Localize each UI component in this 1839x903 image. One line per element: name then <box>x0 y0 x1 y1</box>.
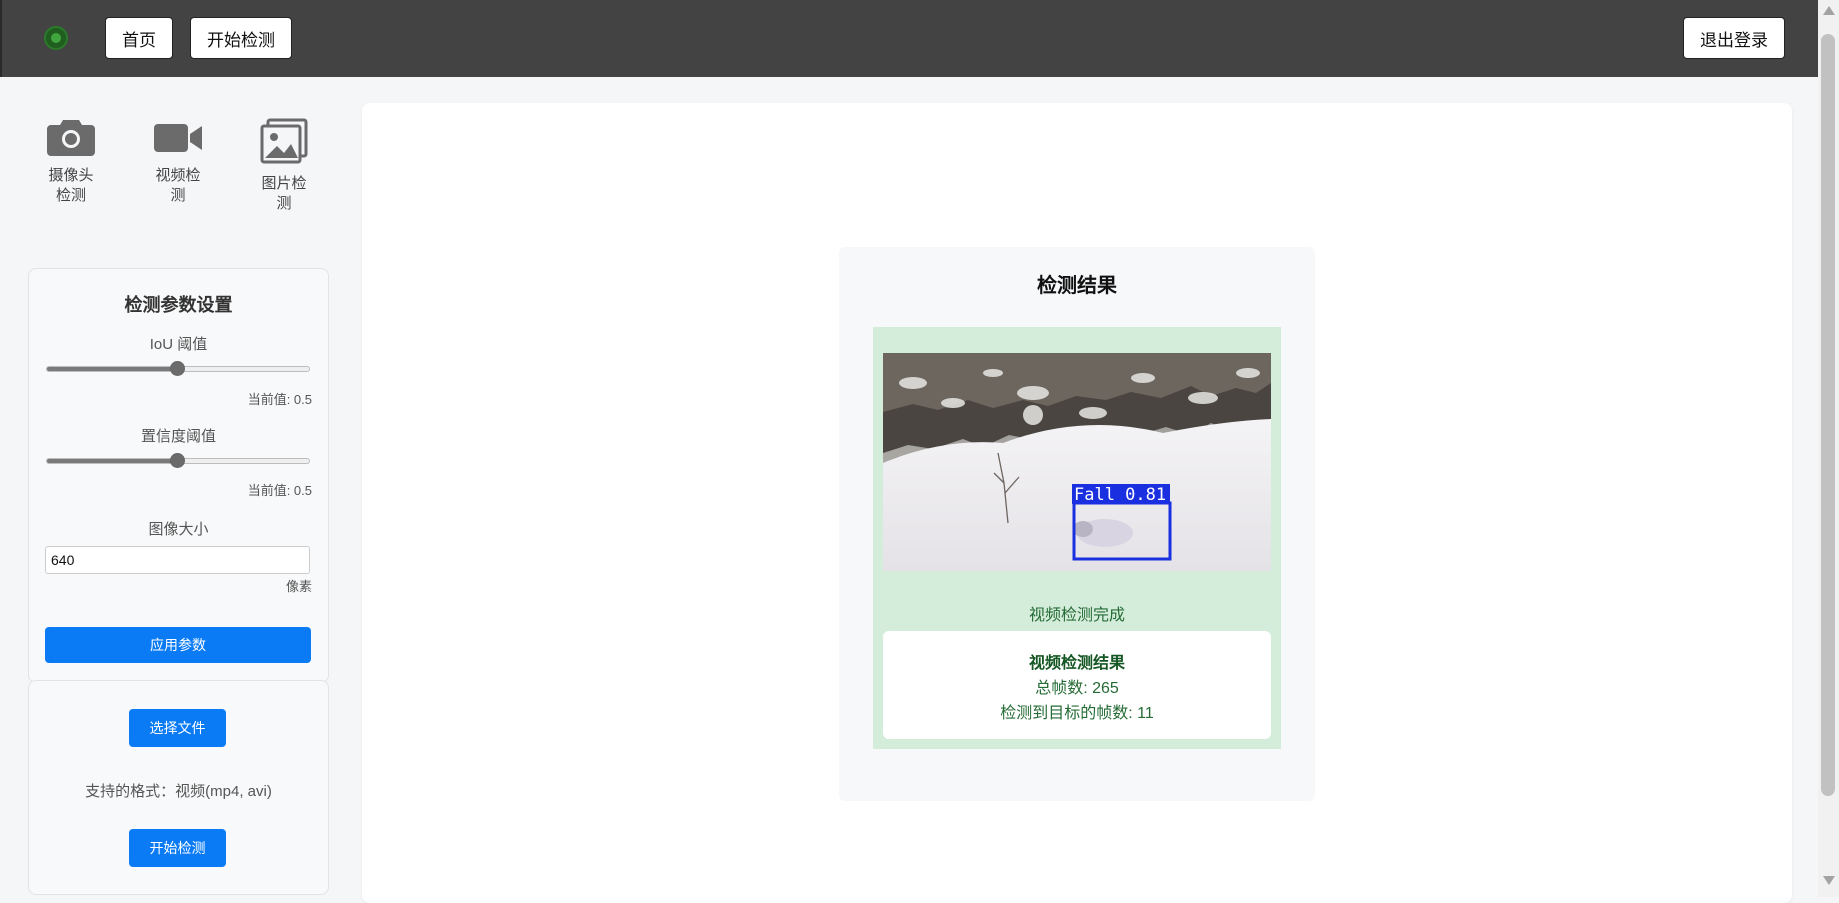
iou-label: IoU 阈值 <box>149 336 208 353</box>
mode-video-label: 视频检 测 <box>155 167 201 204</box>
start-detect-nav-button[interactable]: 开始检测 <box>190 17 292 59</box>
apply-params-button[interactable]: 应用参数 <box>45 627 311 663</box>
image-size-input[interactable] <box>45 546 310 574</box>
result-success-box: Fall 0.81 视频检测完成 视频检测结果 总帧数: 265 检测到目标的帧… <box>873 327 1281 749</box>
result-panel: 检测结果 Fall 0.81 视频检测完成 视频检测结果 总帧数: 265 检测… <box>839 247 1315 801</box>
scroll-up-arrow-icon[interactable] <box>1823 6 1835 15</box>
top-navbar: 首页 开始检测 退出登录 <box>0 0 1818 77</box>
confidence-slider-fill <box>47 459 178 463</box>
scroll-down-arrow-icon[interactable] <box>1823 876 1835 885</box>
camera-icon <box>47 120 95 156</box>
confidence-slider-thumb[interactable] <box>170 453 185 468</box>
page-scrollbar[interactable] <box>1818 0 1839 897</box>
result-summary-card: 视频检测结果 总帧数: 265 检测到目标的帧数: 11 <box>883 631 1271 739</box>
image-icon <box>260 118 308 164</box>
mode-camera[interactable]: 摄像头 检测 <box>26 118 116 206</box>
video-icon <box>154 124 202 152</box>
image-size-label: 图像大小 <box>148 521 209 538</box>
iou-slider-thumb[interactable] <box>170 361 185 376</box>
start-detect-button[interactable]: 开始检测 <box>129 829 226 867</box>
snow-scene-image: Fall 0.81 <box>883 353 1271 571</box>
mode-image-label: 图片检 测 <box>261 175 307 212</box>
mode-video[interactable]: 视频检 测 <box>133 118 223 206</box>
logout-button[interactable]: 退出登录 <box>1683 17 1785 59</box>
iou-current-value: 当前值: 0.5 <box>247 392 312 407</box>
image-size-unit: 像素 <box>285 579 312 594</box>
iou-slider-fill <box>47 367 178 371</box>
mode-camera-label: 摄像头 检测 <box>48 167 94 204</box>
params-panel: 检测参数设置 IoU 阈值 当前值: 0.5 置信度阈值 当前值: 0.5 图像… <box>28 268 329 683</box>
frames-with-targets: 检测到目标的帧数: 11 <box>1000 705 1154 722</box>
result-title: 检测结果 <box>1037 275 1117 297</box>
iou-slider[interactable] <box>46 361 310 376</box>
summary-title: 视频检测结果 <box>1028 655 1125 672</box>
confidence-slider[interactable] <box>46 453 310 468</box>
upload-panel: 选择文件 支持的格式：视频(mp4, avi) 开始检测 <box>28 680 329 895</box>
mode-image[interactable]: 图片检 测 <box>239 118 329 214</box>
bbox-label: Fall 0.81 <box>1074 485 1166 505</box>
params-title: 检测参数设置 <box>124 295 233 315</box>
supported-formats-text: 支持的格式：视频(mp4, avi) <box>85 783 272 800</box>
confidence-current-value: 当前值: 0.5 <box>247 483 312 498</box>
confidence-label: 置信度阈值 <box>140 428 216 445</box>
detection-frame-image: Fall 0.81 <box>883 353 1271 571</box>
choose-file-button[interactable]: 选择文件 <box>129 709 226 747</box>
status-text: 视频检测完成 <box>1028 607 1125 624</box>
total-frames: 总帧数: 265 <box>1035 680 1119 697</box>
scrollbar-thumb[interactable] <box>1821 34 1835 796</box>
logo-icon <box>44 26 68 50</box>
home-button[interactable]: 首页 <box>105 17 173 59</box>
